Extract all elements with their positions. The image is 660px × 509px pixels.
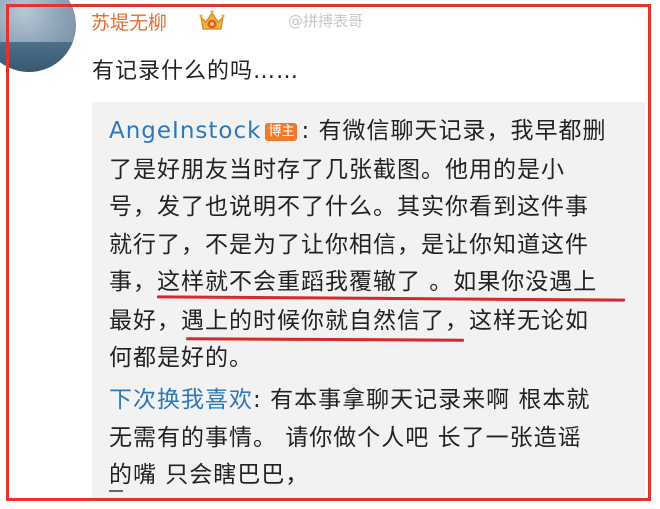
reply-line-6: 最好，遇上的时候你就自然信了，这样无论如	[109, 308, 589, 334]
comment-author-name[interactable]: 苏堤无柳	[91, 8, 167, 35]
reply-line-2: 了是好朋友当时存了几张截图。他用的是小	[109, 157, 565, 183]
reply-2-line-1: 下次换我喜欢: 有本事拿聊天记录来啊 根本就	[109, 385, 590, 415]
reply-author-name[interactable]: 下次换我喜欢	[109, 387, 253, 413]
reply-separator: :	[253, 387, 271, 413]
clipped-text-fragment	[109, 490, 123, 498]
reply-text: 有本事拿聊天记录来啊 根本就	[270, 387, 591, 413]
reply-text: 有微信聊天记录，我早都删	[318, 118, 607, 144]
reply-line-4: 就行了，不是为了让你相信，是让你知道这件	[109, 232, 589, 258]
reply-line-1: AngeInstock 博主: 有微信聊天记录，我早都删	[109, 116, 607, 146]
crown-vip-badge-icon	[199, 10, 225, 30]
reply-line-3: 号，发了也说明不了什么。其实你看到这件事	[109, 194, 589, 220]
reply-line-7: 何都是好的。	[109, 345, 253, 371]
reply-separator: :	[301, 118, 319, 144]
reply-line-5: 事，这样就不会重蹈我覆辙了 。如果你没遇上	[109, 269, 598, 295]
reply-2-line-2: 无需有的事情。 请你做个人吧 长了一张造谣	[109, 425, 582, 451]
comment-text: 有记录什么的吗……	[92, 59, 300, 84]
avatar[interactable]	[0, 0, 76, 72]
author-badge: 博主	[265, 123, 298, 141]
reply-2-line-3: 的嘴 只会瞎巴巴，	[109, 462, 310, 488]
watermark: @拼搏表哥	[288, 12, 364, 30]
reply-author-name[interactable]: AngeInstock	[109, 118, 261, 144]
